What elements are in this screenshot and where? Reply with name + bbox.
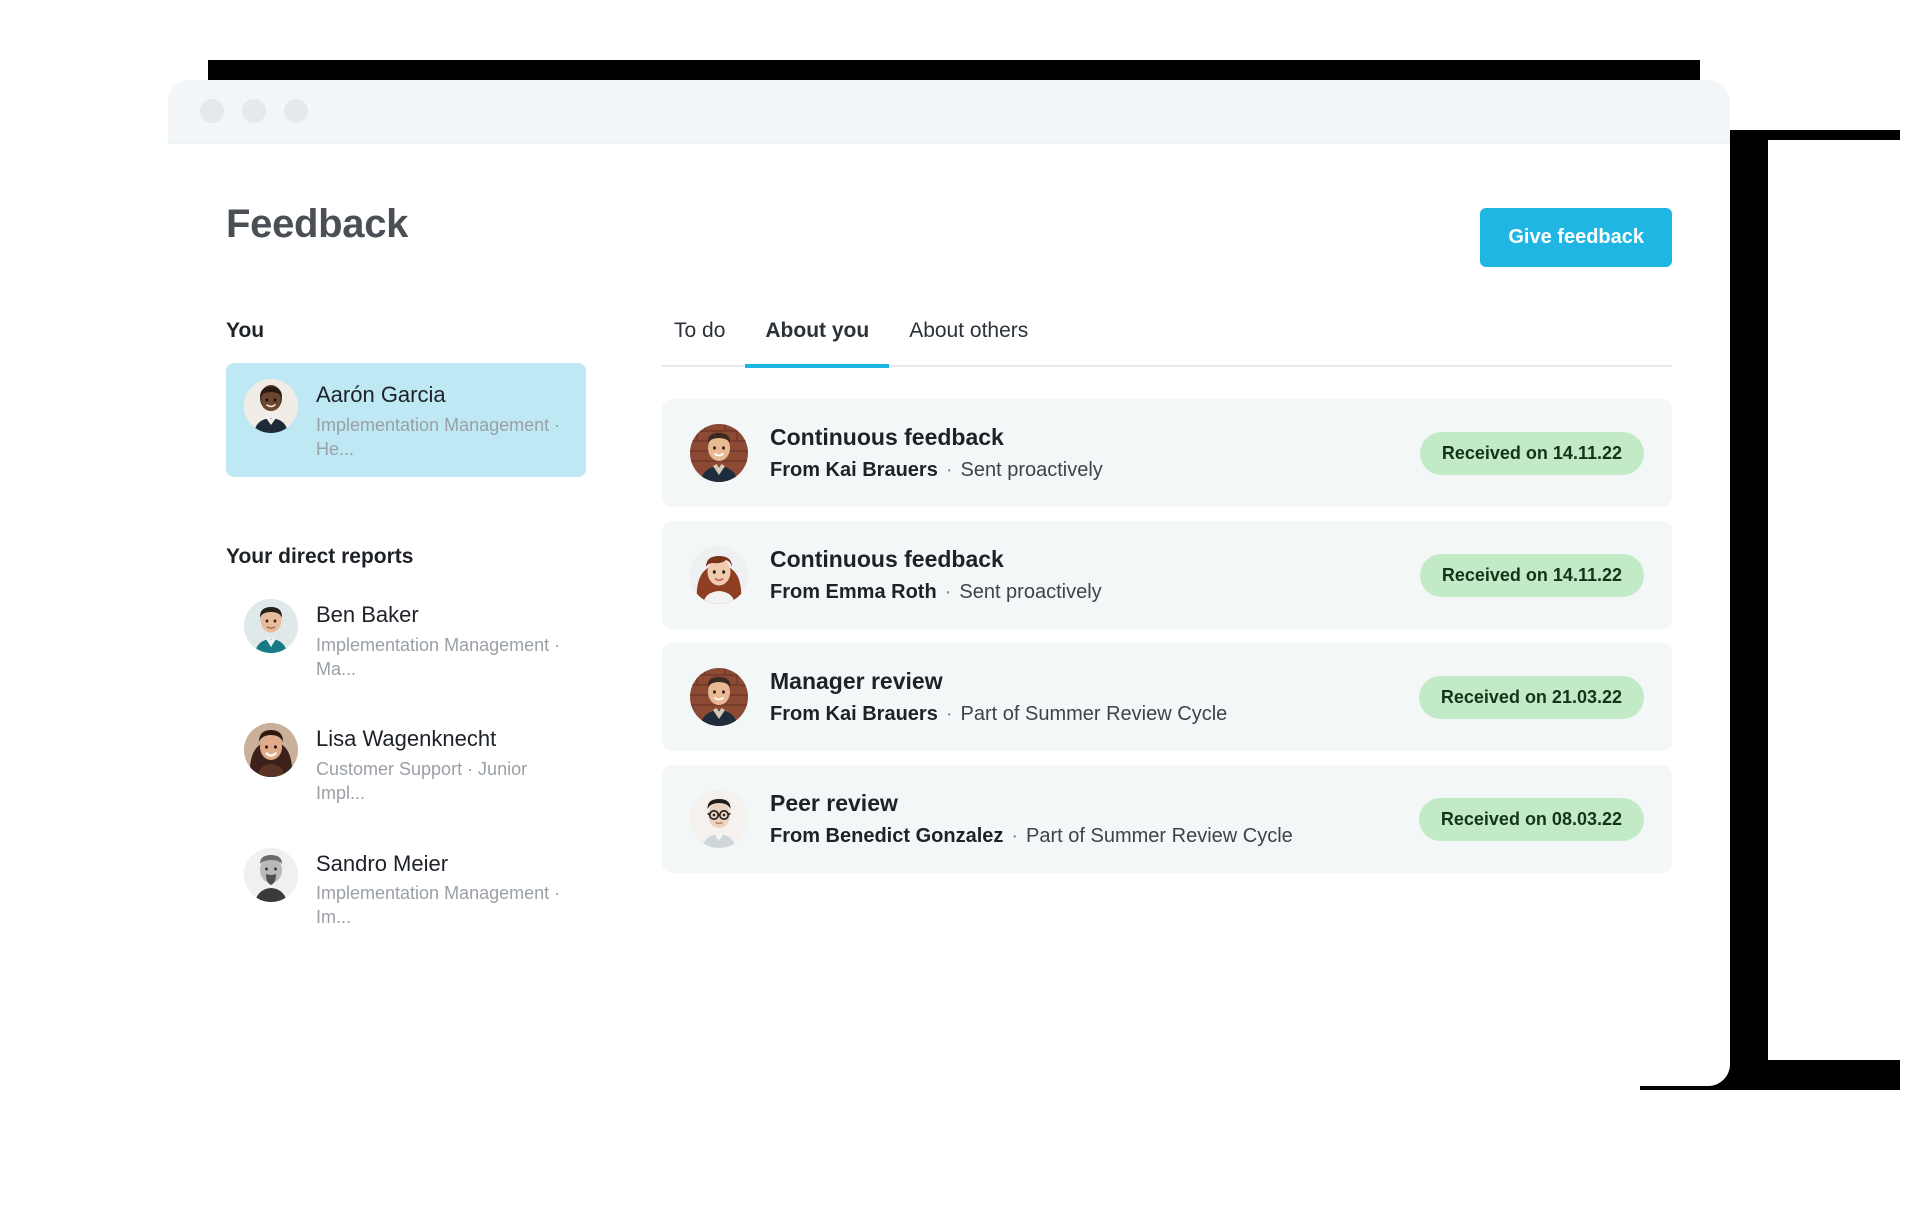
sidebar: You Aarón Garcia Implementation Manageme…: [226, 319, 586, 962]
status-badge: Received on 14.11.22: [1419, 553, 1644, 597]
sidebar-person-sandro-meier[interactable]: Sandro Meier Implementation Management ·…: [226, 838, 586, 940]
feedback-context: Part of Summer Review Cycle: [960, 703, 1228, 725]
sidebar-person-role: Customer Support · Junior Impl...: [316, 758, 528, 804]
sidebar-person-name: Sandro Meier: [316, 850, 449, 876]
minimize-dot-icon[interactable]: [242, 99, 266, 123]
sidebar-person-name: Aarón Garcia: [316, 382, 446, 407]
feedback-separator: ·: [944, 581, 952, 603]
feedback-context: Sent proactively: [959, 581, 1102, 603]
status-badge: Received on 08.03.22: [1418, 797, 1644, 841]
sidebar-person-role: Implementation Management · He...: [316, 414, 561, 459]
feedback-context: Part of Summer Review Cycle: [1026, 825, 1293, 847]
feedback-row[interactable]: Continuous feedback From Kai Brauers · Sen…: [662, 399, 1672, 507]
backdrop-mask-bottom: [100, 1090, 1920, 1230]
tab-about-you[interactable]: About you: [745, 319, 889, 368]
browser-window: Feedback Give feedback You Aarón Garcia …: [168, 80, 1730, 1086]
feedback-title: Peer review: [770, 790, 898, 816]
sidebar-person-you[interactable]: Aarón Garcia Implementation Management ·…: [226, 363, 586, 478]
content-area: You Aarón Garcia Implementation Manageme…: [226, 319, 1672, 962]
feedback-title: Continuous feedback: [770, 546, 1004, 572]
feedback-row[interactable]: Manager review From Kai Brauers · Part of …: [662, 643, 1672, 751]
feedback-from: From Kai Brauers: [770, 459, 938, 481]
tab-to-do[interactable]: To do: [662, 319, 745, 365]
sidebar-person-name: Lisa Wagenknecht: [316, 726, 497, 752]
tab-about-others[interactable]: About others: [889, 319, 1048, 365]
feedback-from: From Benedict Gonzalez: [770, 825, 1004, 847]
tab-bar: To do About you About others: [662, 319, 1672, 368]
sidebar-heading-direct-reports: Your direct reports: [226, 545, 414, 569]
feedback-title: Continuous feedback: [770, 424, 1004, 450]
feedback-separator: ·: [945, 703, 953, 725]
sidebar-heading-you: You: [226, 319, 265, 342]
close-dot-icon[interactable]: [200, 99, 224, 123]
avatar-aaron-garcia: [244, 379, 298, 433]
sidebar-person-ben-baker[interactable]: Ben Baker Implementation Management · Ma…: [226, 589, 586, 691]
avatar-kai-brauers: [690, 424, 748, 482]
feedback-from: From Kai Brauers: [770, 703, 938, 725]
avatar-sandro-meier: [244, 847, 298, 902]
feedback-row[interactable]: Peer review From Benedict Gonzalez · Part …: [662, 765, 1672, 873]
sidebar-person-role: Implementation Management · Ma...: [316, 634, 561, 680]
feedback-title: Manager review: [770, 668, 943, 694]
app-header: Feedback Give feedback: [226, 202, 1672, 267]
feedback-from: From Emma Roth: [770, 581, 937, 603]
sidebar-person-role: Implementation Management · Im...: [316, 883, 561, 928]
avatar-benedict-gonzalez: [690, 790, 748, 848]
avatar-kai-brauers: [690, 668, 748, 726]
main-panel: To do About you About others Continuous …: [662, 319, 1672, 962]
backdrop-mask-left: [0, 0, 170, 1226]
avatar-ben-baker: [244, 599, 298, 654]
status-badge: Received on 21.03.22: [1418, 675, 1644, 719]
feedback-list: Continuous feedback From Kai Brauers · Sen…: [662, 399, 1672, 873]
sidebar-person-lisa-wagenknecht[interactable]: Lisa Wagenknecht Customer Support · Juni…: [226, 713, 586, 815]
feedback-row[interactable]: Continuous feedback From Emma Roth · Sent …: [662, 521, 1672, 629]
avatar-lisa-wagenknecht: [244, 723, 298, 778]
feedback-context: Sent proactively: [960, 459, 1103, 481]
window-titlebar: [168, 80, 1730, 142]
avatar-emma-roth: [690, 546, 748, 604]
maximize-dot-icon[interactable]: [284, 99, 308, 123]
give-feedback-button[interactable]: Give feedback: [1480, 208, 1672, 267]
app-body: Feedback Give feedback You Aarón Garcia …: [168, 144, 1730, 1086]
sidebar-person-name: Ben Baker: [316, 602, 419, 628]
backdrop-mask-right: [1768, 140, 1920, 1060]
status-badge: Received on 14.11.22: [1419, 431, 1644, 475]
backdrop-mask-top: [0, 0, 1920, 58]
feedback-separator: ·: [945, 459, 953, 481]
feedback-separator: ·: [1011, 825, 1019, 847]
page-title: Feedback: [226, 202, 409, 246]
